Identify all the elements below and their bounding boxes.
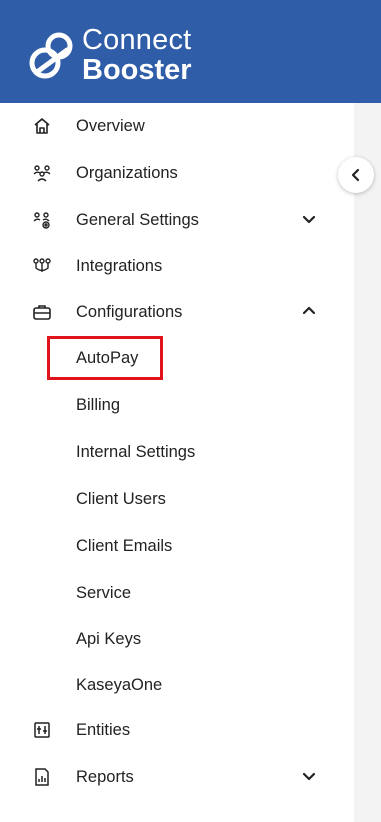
sidebar-item-configurations[interactable]: Configurations: [0, 289, 354, 335]
content-pane: [354, 103, 381, 822]
submenu-item-client-users[interactable]: Client Users: [76, 477, 166, 521]
integrations-icon: [33, 258, 51, 272]
sidebar-item-entities[interactable]: Entities: [0, 707, 354, 753]
sidebar-item-label: Overview: [76, 116, 145, 135]
sidebar-item-integrations[interactable]: Integrations: [0, 243, 354, 289]
submenu-item-api-keys[interactable]: Api Keys: [76, 617, 141, 661]
sidebar-item-label: General Settings: [76, 210, 199, 229]
sidebar-item-label: Integrations: [76, 256, 163, 275]
brand-line-2: Booster: [82, 54, 192, 86]
submenu-item-kaseyaone[interactable]: KaseyaOne: [76, 663, 162, 707]
chevron-down-icon: [302, 772, 316, 781]
submenu-item-billing[interactable]: Billing: [76, 383, 120, 427]
submenu-item-internal-settings[interactable]: Internal Settings: [76, 430, 195, 474]
report-icon: [35, 768, 49, 786]
chevron-down-icon: [302, 215, 316, 224]
sidebar-item-label: Reports: [76, 767, 134, 786]
entities-icon: [34, 722, 50, 738]
sidebar-item-general-settings[interactable]: General Settings: [0, 197, 354, 243]
chevron-up-icon: [302, 306, 316, 315]
submenu-item-service[interactable]: Service: [76, 571, 131, 615]
brand-line-1: Connect: [82, 24, 192, 56]
sidebar-item-organizations[interactable]: Organizations: [0, 150, 354, 196]
submenu-item-client-emails[interactable]: Client Emails: [76, 524, 172, 568]
sidebar-item-label: Organizations: [76, 163, 178, 182]
sidebar-item-reports[interactable]: Reports: [0, 754, 354, 800]
sidebar-item-label: Configurations: [76, 302, 183, 321]
app-header: Connect Booster: [0, 0, 381, 103]
sidebar-item-label: Entities: [76, 720, 131, 739]
users-settings-icon: [33, 212, 50, 229]
home-icon: [34, 118, 50, 134]
sidebar-item-overview[interactable]: Overview: [0, 103, 354, 149]
organizations-icon: [33, 165, 51, 182]
selection-highlight-box: [47, 336, 163, 380]
toolbox-icon: [33, 305, 51, 320]
connectbooster-logo-icon: [29, 32, 73, 79]
